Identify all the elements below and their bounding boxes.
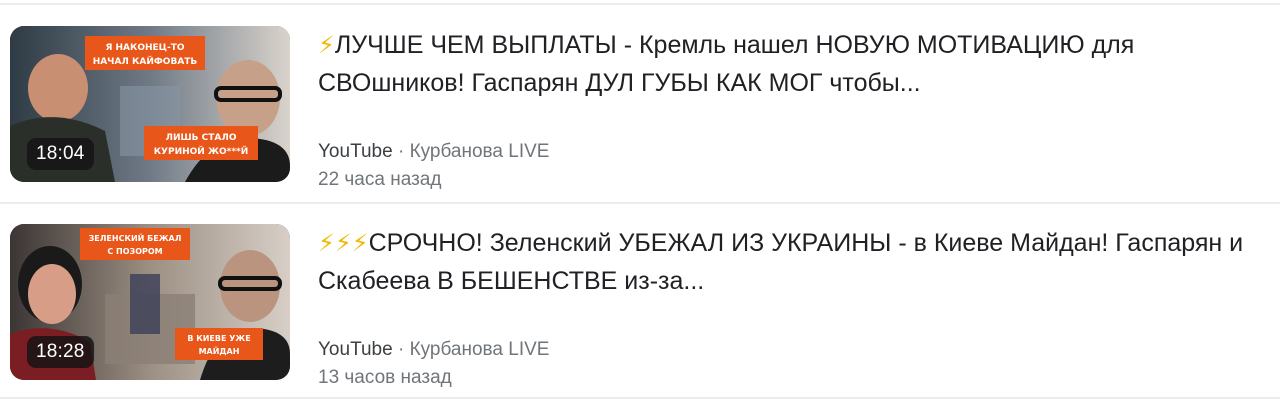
thumb-caption-bottom-line1: В КИЕВЕ УЖЕ — [187, 334, 250, 343]
lightning-icon: ⚡ — [318, 31, 335, 59]
thumb-caption-bottom-line1: ЛИШЬ СТАЛО — [166, 133, 237, 143]
published-time: 13 часов назад — [318, 367, 452, 388]
thumb-caption-top-line1: Я НАКОНЕЦ-ТО — [105, 43, 184, 53]
video-title[interactable]: ⚡ЛУЧШЕ ЧЕМ ВЫПЛАТЫ - Кремль нашел НОВУЮ … — [318, 26, 1268, 102]
divider — [0, 3, 1280, 5]
thumb-caption-bottom-line2: МАЙДАН — [199, 345, 240, 356]
video-source: YouTube · Курбанова LIVE — [318, 138, 1268, 166]
video-source: YouTube · Курбанова LIVE — [318, 336, 1268, 364]
duration-badge: 18:04 — [27, 138, 94, 170]
divider — [0, 397, 1280, 399]
video-info: ⚡⚡⚡СРОЧНО! Зеленский УБЕЖАЛ ИЗ УКРАИНЫ -… — [318, 224, 1268, 392]
channel-name[interactable]: Курбанова LIVE — [410, 339, 550, 360]
lightning-icon: ⚡⚡⚡ — [318, 229, 369, 257]
platform-name: YouTube — [318, 141, 393, 162]
video-results-list: Я НАКОНЕЦ-ТО НАЧАЛ КАЙФОВАТЬ ЛИШЬ СТАЛО … — [0, 0, 1280, 400]
platform-name: YouTube — [318, 339, 393, 360]
video-result-2[interactable]: ЗЕЛЕНСКИЙ БЕЖАЛ С ПОЗОРОМ В КИЕВЕ УЖЕ МА… — [0, 206, 1280, 396]
published-time: 22 часа назад — [318, 169, 442, 190]
meta-separator: · — [392, 141, 410, 162]
video-info: ⚡ЛУЧШЕ ЧЕМ ВЫПЛАТЫ - Кремль нашел НОВУЮ … — [318, 26, 1268, 194]
thumb-caption-bottom-line2: КУРИНОЙ ЖО***Й — [154, 145, 249, 157]
video-title-text: ЛУЧШЕ ЧЕМ ВЫПЛАТЫ - Кремль нашел НОВУЮ М… — [318, 31, 1135, 97]
channel-name[interactable]: Курбанова LIVE — [410, 141, 550, 162]
meta-separator: · — [392, 339, 410, 360]
divider — [0, 202, 1280, 204]
thumb-caption-top-line2: НАЧАЛ КАЙФОВАТЬ — [93, 55, 198, 67]
video-thumbnail[interactable]: ЗЕЛЕНСКИЙ БЕЖАЛ С ПОЗОРОМ В КИЕВЕ УЖЕ МА… — [10, 224, 290, 380]
thumb-caption-top-line1: ЗЕЛЕНСКИЙ БЕЖАЛ — [89, 232, 182, 243]
duration-badge: 18:28 — [27, 336, 94, 368]
video-result-1[interactable]: Я НАКОНЕЦ-ТО НАЧАЛ КАЙФОВАТЬ ЛИШЬ СТАЛО … — [0, 8, 1280, 198]
video-thumbnail[interactable]: Я НАКОНЕЦ-ТО НАЧАЛ КАЙФОВАТЬ ЛИШЬ СТАЛО … — [10, 26, 290, 182]
video-title[interactable]: ⚡⚡⚡СРОЧНО! Зеленский УБЕЖАЛ ИЗ УКРАИНЫ -… — [318, 224, 1268, 300]
video-title-text: СРОЧНО! Зеленский УБЕЖАЛ ИЗ УКРАИНЫ - в … — [318, 229, 1244, 295]
thumb-caption-top-line2: С ПОЗОРОМ — [107, 247, 162, 256]
